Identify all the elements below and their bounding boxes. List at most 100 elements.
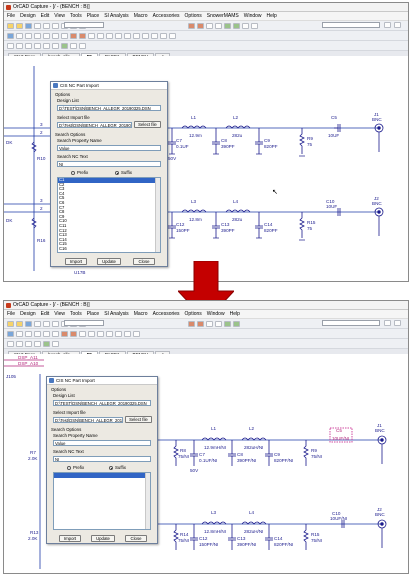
part-list[interactable]: C1 C2 C3 C4 C5 C6 C7 C8 C9 C10 C11 C12 C13 C14 C15 C16 (57, 177, 161, 253)
import-button[interactable]: Import (59, 535, 81, 542)
menu-item-design[interactable]: Design (20, 311, 36, 317)
save-icon[interactable] (25, 22, 32, 29)
place-part-icon[interactable] (16, 32, 23, 39)
print-icon[interactable] (34, 320, 41, 327)
line-icon[interactable] (124, 32, 131, 39)
drc-icon[interactable] (233, 320, 240, 327)
prefix-radio[interactable] (67, 466, 71, 470)
menu-item-si-analysis[interactable]: SI Analysis (104, 13, 128, 19)
update-button[interactable]: Update (97, 258, 121, 265)
list-item-selected[interactable] (54, 473, 147, 478)
copy-icon[interactable] (52, 320, 59, 327)
align-top-icon[interactable] (25, 42, 32, 49)
help-icon[interactable] (394, 22, 401, 28)
hier-block-icon[interactable] (79, 330, 86, 337)
zoom-area-icon[interactable] (206, 320, 213, 327)
search-nc-input[interactable]: NI (57, 161, 161, 167)
close-button[interactable]: Close (133, 258, 155, 265)
schematic-canvas[interactable]: DSP_A11 DSP_A10 J105 R7 2.0K R13 2.0K L1… (4, 354, 408, 573)
menu-item-options[interactable]: Options (185, 13, 202, 19)
net-alias-icon[interactable] (34, 330, 41, 337)
menu-item-tools[interactable]: Tools (70, 311, 82, 317)
copy-icon[interactable] (52, 22, 59, 29)
suffix-radio[interactable] (115, 171, 119, 175)
menu-item-snowermams[interactable]: SnowerMAMS (207, 13, 239, 19)
prefix-radio[interactable] (71, 171, 75, 175)
rectangle-icon[interactable] (142, 32, 149, 39)
power-icon[interactable] (61, 330, 68, 337)
snap-icon[interactable] (70, 42, 77, 49)
wire-icon[interactable] (25, 32, 32, 39)
place-part-icon[interactable] (16, 330, 23, 337)
arc-icon[interactable] (160, 32, 167, 39)
menu-item-view[interactable]: View (54, 311, 65, 317)
zoom-in-icon[interactable] (188, 22, 195, 29)
polyline-icon[interactable] (133, 32, 140, 39)
align-right-icon[interactable] (16, 42, 23, 49)
menu-item-options[interactable]: Options (185, 311, 202, 317)
menu-item-macro[interactable]: Macro (134, 13, 148, 19)
text-icon[interactable] (169, 32, 176, 39)
mirror-icon[interactable] (34, 340, 41, 347)
cut-icon[interactable] (43, 320, 50, 327)
import-file-input[interactable]: D:\Test\DSN\BENCH_ALLEGR_201903 (57, 122, 132, 128)
import-file-input[interactable]: D:\Test\DSN\BENCH_ALLEGR_201903 (53, 417, 123, 423)
bus-entry-icon[interactable] (61, 32, 68, 39)
print-icon[interactable] (34, 22, 41, 29)
align-right-icon[interactable] (16, 340, 23, 347)
find-icon[interactable] (384, 320, 391, 326)
net-alias-icon[interactable] (34, 32, 41, 39)
line-icon[interactable] (115, 330, 122, 337)
ground-icon[interactable] (79, 32, 86, 39)
menu-item-window[interactable]: Window (244, 13, 262, 19)
no-connect-icon[interactable] (106, 330, 113, 337)
align-left-icon[interactable] (7, 340, 14, 347)
zoom-out-icon[interactable] (197, 320, 204, 327)
menu-item-si-analysis[interactable]: SI Analysis (104, 311, 128, 317)
menu-item-help[interactable]: Help (267, 13, 277, 19)
menu-item-place[interactable]: Place (87, 311, 100, 317)
list-item[interactable]: C16 (58, 246, 155, 252)
menu-item-edit[interactable]: Edit (41, 13, 50, 19)
mirror-icon[interactable] (52, 42, 59, 49)
new-icon[interactable] (7, 22, 14, 29)
search-nc-input[interactable]: NI (53, 456, 151, 462)
update-button[interactable]: Update (91, 535, 115, 542)
off-page-icon[interactable] (106, 32, 113, 39)
hier-block-icon[interactable] (88, 32, 95, 39)
open-icon[interactable] (16, 320, 23, 327)
menu-item-file[interactable]: File (7, 311, 15, 317)
menu-item-accessories[interactable]: Accessories (153, 311, 180, 317)
off-page-icon[interactable] (97, 330, 104, 337)
zoom-out-icon[interactable] (197, 22, 204, 29)
open-icon[interactable] (16, 22, 23, 29)
menu-item-accessories[interactable]: Accessories (153, 13, 180, 19)
save-icon[interactable] (25, 320, 32, 327)
ground-icon[interactable] (70, 330, 77, 337)
annotate-icon[interactable] (224, 320, 231, 327)
drc-icon[interactable] (233, 22, 240, 29)
help-icon[interactable] (394, 320, 401, 326)
zoom-in-icon[interactable] (188, 320, 195, 327)
no-connect-icon[interactable] (115, 32, 122, 39)
part-combo[interactable] (64, 320, 104, 326)
grid-icon[interactable] (61, 42, 68, 49)
annotate-icon[interactable] (224, 22, 231, 29)
menu-item-file[interactable]: File (7, 13, 15, 19)
suffix-radio[interactable] (109, 466, 113, 470)
zoom-area-icon[interactable] (206, 22, 213, 29)
search-combo[interactable] (322, 22, 380, 28)
select-file-button[interactable]: Select file (134, 121, 161, 128)
properties-icon[interactable] (79, 42, 86, 49)
menu-item-tools[interactable]: Tools (70, 13, 82, 19)
part-list-scrollbar[interactable] (155, 178, 160, 252)
zoom-all-icon[interactable] (215, 22, 222, 29)
menu-item-help[interactable]: Help (230, 311, 240, 317)
menu-item-edit[interactable]: Edit (41, 311, 50, 317)
close-button[interactable]: Close (125, 535, 147, 542)
part-combo[interactable] (64, 22, 104, 28)
search-property-input[interactable]: Value (57, 145, 161, 151)
port-icon[interactable] (97, 32, 104, 39)
select-icon[interactable] (7, 330, 14, 337)
select-file-button[interactable]: Select file (125, 416, 152, 423)
